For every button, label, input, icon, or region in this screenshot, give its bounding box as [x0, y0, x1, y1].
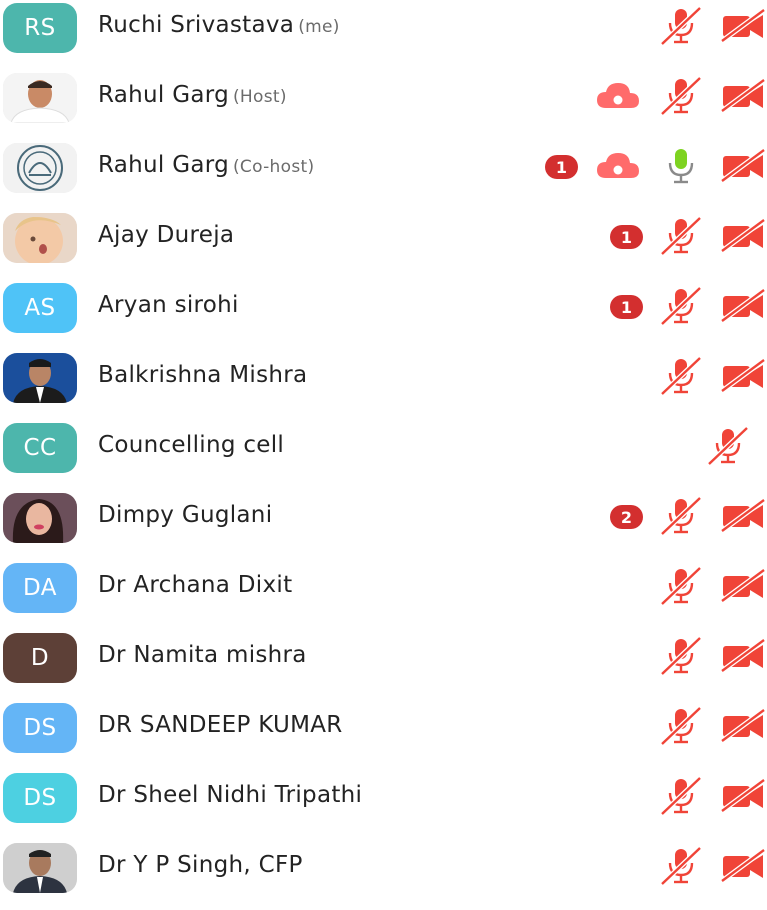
- participant-name: Balkrishna Mishra: [98, 362, 308, 388]
- participant-name-wrap: Dr Namita mishra: [98, 642, 307, 668]
- video-off-icon[interactable]: [720, 216, 766, 256]
- participant-name-wrap: Dr Archana Dixit: [98, 572, 292, 598]
- participant-name: Dr Sheel Nidhi Tripathi: [98, 782, 363, 808]
- avatar-initials: RS: [3, 3, 77, 53]
- participant-name: Councelling cell: [98, 432, 285, 458]
- participant-row[interactable]: Dimpy Guglani 2: [0, 490, 767, 560]
- unread-badge: 1: [545, 155, 578, 179]
- mic-off-icon[interactable]: [659, 846, 703, 886]
- unread-badge: 1: [610, 225, 643, 249]
- participant-name: Ajay Dureja: [98, 222, 235, 248]
- participant-name-wrap: Councelling cell: [98, 432, 284, 458]
- avatar-photo: [3, 73, 77, 123]
- participant-role-tag: (me): [298, 17, 340, 37]
- participant-name: Rahul Garg: [98, 82, 229, 108]
- video-off-icon[interactable]: [720, 566, 766, 606]
- participant-name-wrap: Aryan sirohi: [98, 292, 239, 318]
- participant-name: Dr Namita mishra: [98, 642, 307, 668]
- participant-name: Aryan sirohi: [98, 292, 239, 318]
- participant-name-wrap: Dr Y P Singh, CFP: [98, 852, 303, 878]
- participant-name-wrap: Rahul Garg (Host): [98, 82, 287, 108]
- video-off-icon[interactable]: [720, 146, 766, 186]
- mic-off-icon[interactable]: [659, 776, 703, 816]
- participant-name-wrap: DR SANDEEP KUMAR: [98, 712, 343, 738]
- mic-off-icon[interactable]: [659, 6, 703, 46]
- participant-role-tag: (Co-host): [233, 157, 315, 177]
- participant-row[interactable]: DS Dr Sheel Nidhi Tripathi: [0, 770, 767, 840]
- participant-name: Dr Archana Dixit: [98, 572, 293, 598]
- video-off-icon[interactable]: [720, 6, 766, 46]
- participant-name: DR SANDEEP KUMAR: [98, 712, 343, 738]
- avatar-initials: D: [3, 633, 77, 683]
- participant-list: RS Ruchi Srivastava (me) Rahul Garg (Host) …: [0, 0, 767, 893]
- mic-off-icon[interactable]: [659, 566, 703, 606]
- avatar-initials: DS: [3, 773, 77, 823]
- avatar-initials: CC: [3, 423, 77, 473]
- participant-role-tag: (Host): [233, 87, 287, 107]
- avatar-initials: AS: [3, 283, 77, 333]
- mic-off-icon[interactable]: [659, 356, 703, 396]
- avatar-initials: DS: [3, 703, 77, 753]
- participant-name-wrap: Ruchi Srivastava (me): [98, 12, 340, 38]
- video-off-icon[interactable]: [720, 776, 766, 816]
- avatar-photo: [3, 353, 77, 403]
- participant-name-wrap: Dimpy Guglani: [98, 502, 272, 528]
- video-off-icon[interactable]: [720, 286, 766, 326]
- mic-off-icon[interactable]: [659, 216, 703, 256]
- participant-name-wrap: Dr Sheel Nidhi Tripathi: [98, 782, 362, 808]
- participant-row[interactable]: DA Dr Archana Dixit: [0, 560, 767, 630]
- mic-off-icon[interactable]: [659, 706, 703, 746]
- mic-off-icon[interactable]: [659, 496, 703, 536]
- mic-off-icon[interactable]: [659, 286, 703, 326]
- participant-name: Ruchi Srivastava: [98, 12, 295, 38]
- avatar-photo: [3, 843, 77, 893]
- participant-row[interactable]: Balkrishna Mishra: [0, 350, 767, 420]
- participant-row[interactable]: Dr Y P Singh, CFP: [0, 840, 767, 910]
- cloud-record-icon: [594, 76, 642, 116]
- unread-badge: 1: [610, 295, 643, 319]
- mic-icon[interactable]: [659, 146, 703, 186]
- participant-row[interactable]: Rahul Garg (Co-host) 1: [0, 140, 767, 210]
- participant-name: Rahul Garg: [98, 152, 229, 178]
- cloud-record-icon: [594, 146, 642, 186]
- mic-off-icon[interactable]: [659, 636, 703, 676]
- participant-row[interactable]: D Dr Namita mishra: [0, 630, 767, 700]
- video-off-icon[interactable]: [720, 356, 766, 396]
- mic-off-icon[interactable]: [659, 76, 703, 116]
- video-off-icon[interactable]: [720, 76, 766, 116]
- video-off-icon[interactable]: [720, 636, 766, 676]
- mic-off-icon[interactable]: [706, 426, 750, 466]
- participant-row[interactable]: CC Councelling cell: [0, 420, 767, 490]
- participant-row[interactable]: Ajay Dureja 1: [0, 210, 767, 280]
- participant-row[interactable]: AS Aryan sirohi 1: [0, 280, 767, 350]
- participant-name-wrap: Ajay Dureja: [98, 222, 234, 248]
- participant-row[interactable]: RS Ruchi Srivastava (me): [0, 0, 767, 70]
- participant-name: Dimpy Guglani: [98, 502, 273, 528]
- participant-row[interactable]: DS DR SANDEEP KUMAR: [0, 700, 767, 770]
- participant-row[interactable]: Rahul Garg (Host): [0, 70, 767, 140]
- video-off-icon[interactable]: [720, 706, 766, 746]
- video-off-icon[interactable]: [720, 496, 766, 536]
- avatar-initials: DA: [3, 563, 77, 613]
- avatar-photo: [3, 213, 77, 263]
- avatar-photo: [3, 493, 77, 543]
- unread-badge: 2: [610, 505, 643, 529]
- video-off-icon[interactable]: [720, 846, 766, 886]
- participant-name-wrap: Rahul Garg (Co-host): [98, 152, 314, 178]
- avatar-photo: [3, 143, 77, 193]
- participant-name-wrap: Balkrishna Mishra: [98, 362, 307, 388]
- participant-name: Dr Y P Singh, CFP: [98, 852, 303, 878]
